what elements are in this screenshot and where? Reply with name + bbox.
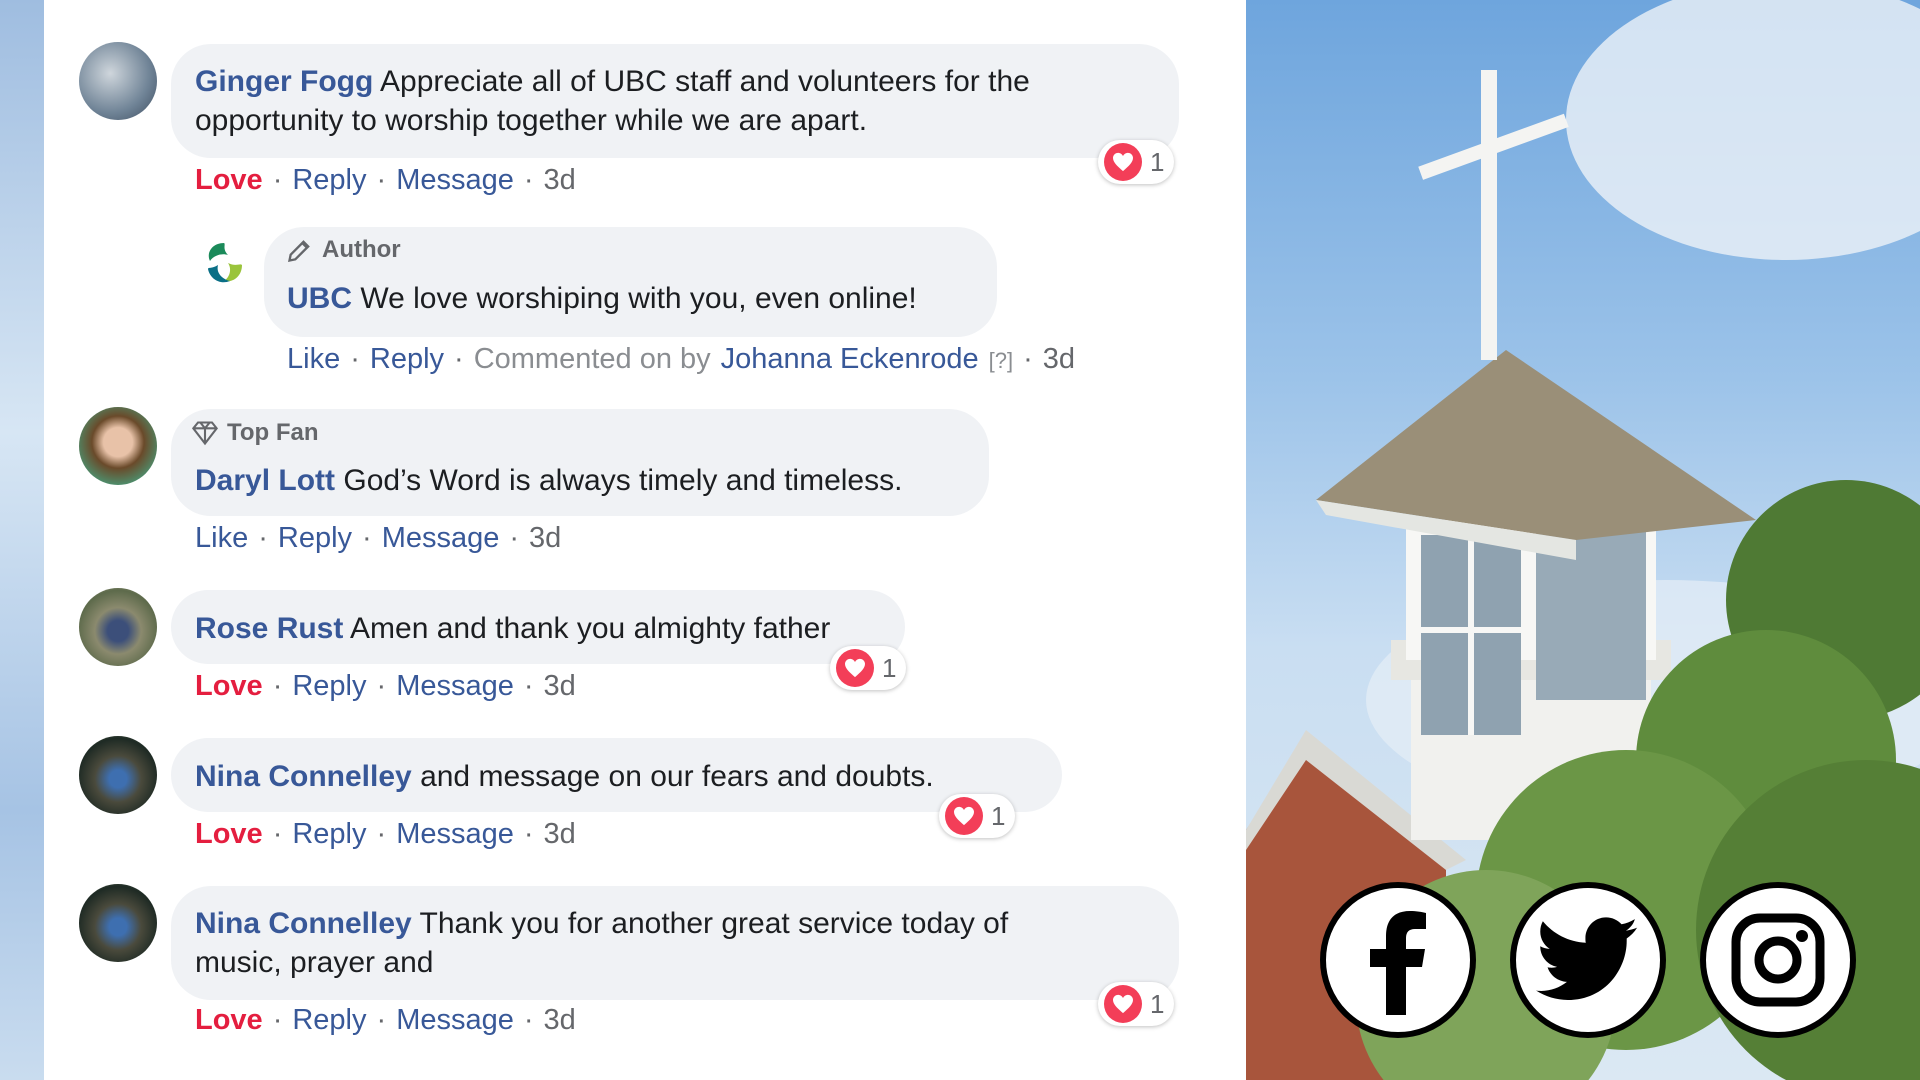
- church-steeple-photo: [1246, 0, 1920, 1080]
- author-badge: Author: [286, 236, 401, 264]
- heart-icon: [945, 797, 983, 835]
- like-button[interactable]: Like: [287, 343, 340, 376]
- comment-text: and message on our fears and doubts.: [420, 760, 934, 793]
- comment-actions: Like · Reply · Commented on by Johanna E…: [287, 343, 1075, 376]
- reply-button[interactable]: Reply: [370, 343, 444, 376]
- comment-text: music, prayer and: [195, 946, 434, 979]
- separator: ·: [350, 343, 360, 375]
- heart-icon: [1104, 985, 1142, 1023]
- comments-panel: Ginger Fogg Appreciate all of UBC staff …: [44, 0, 1246, 1080]
- message-button[interactable]: Message: [396, 818, 514, 851]
- comment-actions: Love · Reply · Message · 3d: [195, 164, 576, 197]
- love-button[interactable]: Love: [195, 670, 263, 703]
- love-button[interactable]: Love: [195, 818, 263, 851]
- comment-timestamp[interactable]: 3d: [544, 1004, 576, 1037]
- avatar[interactable]: [79, 884, 157, 962]
- comment-text: Appreciate all of UBC staff and voluntee…: [380, 65, 1030, 98]
- comment-text: Amen and thank you almighty father: [350, 612, 831, 645]
- heart-icon: [1104, 143, 1142, 181]
- separator: ·: [272, 1004, 283, 1036]
- comment-author[interactable]: Nina Connelley: [195, 760, 412, 793]
- comment-timestamp[interactable]: 3d: [529, 522, 561, 555]
- background-strip: [0, 0, 44, 1080]
- avatar[interactable]: [79, 588, 157, 666]
- reaction-badge[interactable]: 1: [939, 794, 1016, 838]
- reaction-badge[interactable]: 1: [830, 646, 907, 690]
- separator: ·: [272, 670, 283, 702]
- facebook-icon[interactable]: [1320, 882, 1476, 1038]
- heart-icon: [836, 649, 874, 687]
- top-fan-badge: Top Fan: [191, 419, 319, 447]
- reply-button[interactable]: Reply: [278, 522, 352, 555]
- separator: ·: [272, 164, 283, 196]
- avatar[interactable]: [79, 736, 157, 814]
- comment-timestamp[interactable]: 3d: [544, 164, 576, 197]
- comment-author[interactable]: Rose Rust: [195, 612, 343, 645]
- separator: ·: [523, 670, 534, 702]
- avatar[interactable]: [79, 407, 157, 485]
- separator: ·: [523, 164, 534, 196]
- avatar[interactable]: [79, 42, 157, 120]
- separator: ·: [362, 522, 372, 554]
- comment-text: We love worshiping with you, even online…: [360, 282, 917, 315]
- comment-timestamp[interactable]: 3d: [1043, 343, 1075, 376]
- love-button[interactable]: Love: [195, 164, 263, 197]
- separator: ·: [376, 818, 387, 850]
- comment-timestamp[interactable]: 3d: [544, 818, 576, 851]
- comment-author[interactable]: UBC: [287, 282, 352, 315]
- comment-timestamp[interactable]: 3d: [544, 670, 576, 703]
- avatar[interactable]: [196, 235, 252, 291]
- reaction-count: 1: [1150, 146, 1165, 177]
- separator: ·: [258, 522, 268, 554]
- badge-label: Top Fan: [227, 419, 319, 446]
- message-button[interactable]: Message: [396, 670, 514, 703]
- message-button[interactable]: Message: [382, 522, 500, 555]
- comment-author[interactable]: Daryl Lott: [195, 464, 335, 497]
- instagram-icon[interactable]: [1700, 882, 1856, 1038]
- separator: ·: [523, 1004, 534, 1036]
- separator: ·: [272, 818, 283, 850]
- comment-actions: Like · Reply · Message · 3d: [195, 522, 561, 555]
- diamond-icon: [191, 421, 219, 446]
- badge-label: Author: [322, 236, 401, 263]
- like-button[interactable]: Like: [195, 522, 248, 555]
- commented-on-by-label: Commented on by: [473, 343, 711, 375]
- love-button[interactable]: Love: [195, 1004, 263, 1037]
- comment-author[interactable]: Ginger Fogg: [195, 65, 373, 98]
- separator: ·: [509, 522, 520, 554]
- comment-text: God’s Word is always timely and timeless…: [343, 464, 903, 497]
- reaction-count: 1: [882, 652, 897, 683]
- reaction-badge[interactable]: 1: [1098, 982, 1175, 1026]
- separator: ·: [454, 343, 464, 375]
- comment-text: opportunity to worship together while we…: [195, 104, 868, 137]
- separator: ·: [523, 818, 534, 850]
- separator: ·: [376, 1004, 387, 1036]
- comment-actions: Love · Reply · Message · 3d: [195, 818, 576, 851]
- separator: ·: [1023, 343, 1033, 375]
- comment-actions: Love · Reply · Message · 3d: [195, 1004, 576, 1037]
- pencil-icon: [288, 240, 310, 262]
- twitter-icon[interactable]: [1510, 882, 1666, 1038]
- comment-text: Thank you for another great service toda…: [419, 907, 1009, 940]
- commenter-link[interactable]: Johanna Eckenrode: [721, 343, 979, 376]
- help-link[interactable]: [?]: [989, 348, 1013, 374]
- reply-button[interactable]: Reply: [292, 818, 366, 851]
- comment-author[interactable]: Nina Connelley: [195, 907, 412, 940]
- message-button[interactable]: Message: [396, 164, 514, 197]
- reply-button[interactable]: Reply: [292, 1004, 366, 1037]
- reply-button[interactable]: Reply: [292, 164, 366, 197]
- separator: ·: [376, 164, 387, 196]
- ubc-logo: [208, 243, 242, 283]
- reaction-count: 1: [1150, 988, 1165, 1019]
- reaction-count: 1: [991, 800, 1006, 831]
- comment-actions: Love · Reply · Message · 3d: [195, 670, 576, 703]
- message-button[interactable]: Message: [396, 1004, 514, 1037]
- reply-button[interactable]: Reply: [292, 670, 366, 703]
- reaction-badge[interactable]: 1: [1098, 140, 1175, 184]
- separator: ·: [376, 670, 387, 702]
